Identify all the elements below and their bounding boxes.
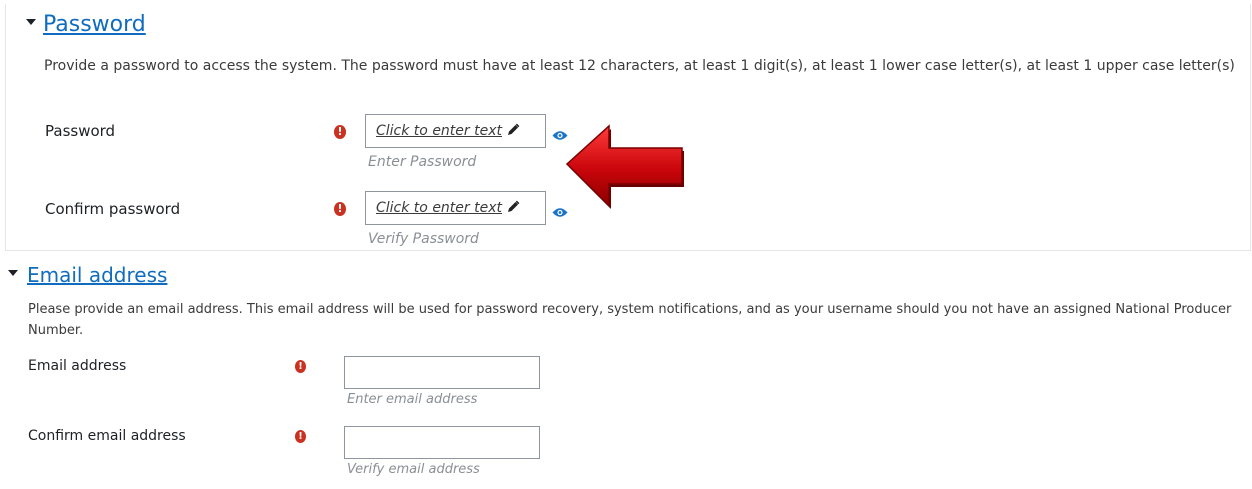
pencil-icon xyxy=(506,199,520,218)
email-section: Email address Please provide an email ad… xyxy=(0,258,1252,489)
password-label: Password xyxy=(45,122,116,140)
email-description: Please provide an email address. This em… xyxy=(28,302,1232,338)
password-section-title[interactable]: Password xyxy=(43,12,146,37)
click-to-enter-text: Click to enter text xyxy=(376,200,502,216)
required-icon: ! xyxy=(295,430,306,443)
email-label: Email address xyxy=(28,358,127,374)
password-inline-edit[interactable]: Click to enter text xyxy=(365,114,546,148)
confirm-password-label: Confirm password xyxy=(45,200,181,218)
required-icon: ! xyxy=(334,202,346,216)
collapse-caret-icon[interactable] xyxy=(26,19,36,25)
confirm-email-label: Confirm email address xyxy=(28,428,186,444)
email-section-title[interactable]: Email address xyxy=(27,263,167,287)
required-icon: ! xyxy=(295,360,306,373)
confirm-email-input[interactable] xyxy=(344,426,540,459)
confirm-password-inline-edit[interactable]: Click to enter text xyxy=(365,191,546,225)
pencil-icon xyxy=(506,122,520,141)
password-description: Provide a password to access the system.… xyxy=(44,58,1235,74)
confirm-password-hint: Verify Password xyxy=(368,231,479,247)
required-icon: ! xyxy=(334,125,346,139)
email-input[interactable] xyxy=(344,356,540,389)
confirm-email-hint: Verify email address xyxy=(347,462,480,477)
password-hint: Enter Password xyxy=(368,154,477,170)
email-hint: Enter email address xyxy=(347,392,478,407)
collapse-caret-icon[interactable] xyxy=(8,270,18,276)
red-arrow-annotation xyxy=(563,122,687,216)
click-to-enter-text: Click to enter text xyxy=(376,123,502,139)
